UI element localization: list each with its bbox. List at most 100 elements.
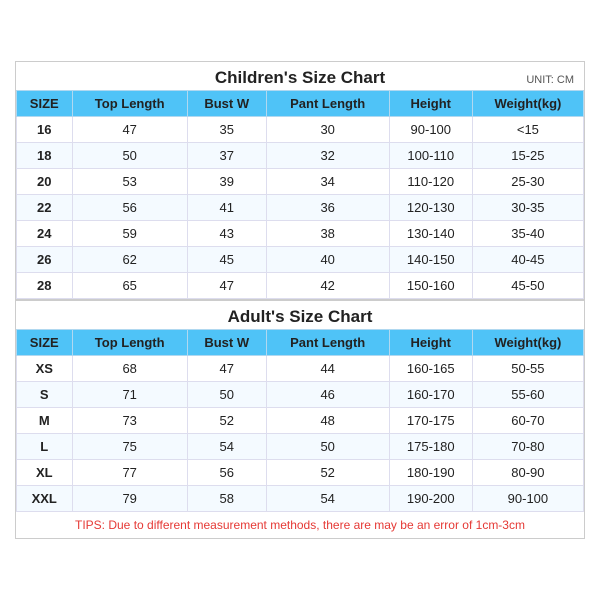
adult-col-header-weight: Weight(kg) xyxy=(472,330,583,356)
adult-cell: 180-190 xyxy=(389,460,472,486)
children-table-row: 26624540140-15040-45 xyxy=(17,247,584,273)
children-title-row: Children's Size Chart UNIT: CM xyxy=(16,62,584,90)
adult-table-row: XL775652180-19080-90 xyxy=(17,460,584,486)
adult-title-row: Adult's Size Chart xyxy=(16,299,584,329)
adult-col-header-height: Height xyxy=(389,330,472,356)
children-cell: 42 xyxy=(266,273,389,299)
adult-cell: 50-55 xyxy=(472,356,583,382)
adult-cell: 75 xyxy=(72,434,187,460)
adult-cell: 175-180 xyxy=(389,434,472,460)
adult-col-header-top-length: Top Length xyxy=(72,330,187,356)
adult-cell: 56 xyxy=(187,460,266,486)
children-cell: 59 xyxy=(72,221,187,247)
col-header-pant-length: Pant Length xyxy=(266,91,389,117)
children-cell: 56 xyxy=(72,195,187,221)
children-cell: 30-35 xyxy=(472,195,583,221)
adult-cell: 55-60 xyxy=(472,382,583,408)
children-cell: 90-100 xyxy=(389,117,472,143)
children-cell: 37 xyxy=(187,143,266,169)
adult-cell: 48 xyxy=(266,408,389,434)
children-cell: 36 xyxy=(266,195,389,221)
adult-cell: 77 xyxy=(72,460,187,486)
children-cell: 45 xyxy=(187,247,266,273)
children-cell: 53 xyxy=(72,169,187,195)
children-cell: 32 xyxy=(266,143,389,169)
adult-cell: 71 xyxy=(72,382,187,408)
adult-table-row: M735248170-17560-70 xyxy=(17,408,584,434)
children-cell: 20 xyxy=(17,169,73,195)
adult-table-row: XS684744160-16550-55 xyxy=(17,356,584,382)
children-cell: 39 xyxy=(187,169,266,195)
children-cell: 22 xyxy=(17,195,73,221)
children-header-row: SIZE Top Length Bust W Pant Length Heigh… xyxy=(17,91,584,117)
adult-cell: 52 xyxy=(266,460,389,486)
children-table-row: 20533934110-12025-30 xyxy=(17,169,584,195)
children-cell: 34 xyxy=(266,169,389,195)
children-cell: 25-30 xyxy=(472,169,583,195)
adult-cell: 70-80 xyxy=(472,434,583,460)
children-cell: 18 xyxy=(17,143,73,169)
tips-row: TIPS: Due to different measurement metho… xyxy=(16,512,584,538)
children-cell: 26 xyxy=(17,247,73,273)
adult-cell: 50 xyxy=(266,434,389,460)
adult-table-row: XXL795854190-20090-100 xyxy=(17,486,584,512)
adult-cell: 80-90 xyxy=(472,460,583,486)
adult-cell: 54 xyxy=(187,434,266,460)
children-cell: 62 xyxy=(72,247,187,273)
unit-label: UNIT: CM xyxy=(526,74,574,86)
adult-cell: M xyxy=(17,408,73,434)
adult-col-header-bust-w: Bust W xyxy=(187,330,266,356)
adult-cell: 73 xyxy=(72,408,187,434)
children-cell: <15 xyxy=(472,117,583,143)
adult-cell: 54 xyxy=(266,486,389,512)
col-header-bust-w: Bust W xyxy=(187,91,266,117)
adult-cell: 52 xyxy=(187,408,266,434)
adult-table: SIZE Top Length Bust W Pant Length Heigh… xyxy=(16,329,584,512)
children-cell: 47 xyxy=(72,117,187,143)
children-cell: 130-140 xyxy=(389,221,472,247)
children-cell: 41 xyxy=(187,195,266,221)
children-cell: 35-40 xyxy=(472,221,583,247)
children-table: SIZE Top Length Bust W Pant Length Heigh… xyxy=(16,90,584,299)
children-cell: 65 xyxy=(72,273,187,299)
children-cell: 40 xyxy=(266,247,389,273)
children-cell: 43 xyxy=(187,221,266,247)
col-header-height: Height xyxy=(389,91,472,117)
children-cell: 120-130 xyxy=(389,195,472,221)
adult-cell: 160-170 xyxy=(389,382,472,408)
children-cell: 110-120 xyxy=(389,169,472,195)
adult-cell: 44 xyxy=(266,356,389,382)
col-header-weight: Weight(kg) xyxy=(472,91,583,117)
adult-table-row: L755450175-18070-80 xyxy=(17,434,584,460)
adult-cell: 46 xyxy=(266,382,389,408)
children-cell: 35 xyxy=(187,117,266,143)
adult-cell: XXL xyxy=(17,486,73,512)
adult-cell: 79 xyxy=(72,486,187,512)
adult-cell: 60-70 xyxy=(472,408,583,434)
children-cell: 30 xyxy=(266,117,389,143)
children-table-row: 18503732100-11015-25 xyxy=(17,143,584,169)
adult-cell: XL xyxy=(17,460,73,486)
children-table-row: 24594338130-14035-40 xyxy=(17,221,584,247)
children-table-row: 22564136120-13030-35 xyxy=(17,195,584,221)
adult-header-row: SIZE Top Length Bust W Pant Length Heigh… xyxy=(17,330,584,356)
children-table-row: 28654742150-16045-50 xyxy=(17,273,584,299)
children-cell: 150-160 xyxy=(389,273,472,299)
children-cell: 38 xyxy=(266,221,389,247)
adult-cell: 47 xyxy=(187,356,266,382)
children-cell: 28 xyxy=(17,273,73,299)
children-cell: 47 xyxy=(187,273,266,299)
adult-cell: 90-100 xyxy=(472,486,583,512)
adult-cell: 58 xyxy=(187,486,266,512)
adult-cell: 170-175 xyxy=(389,408,472,434)
adult-col-header-size: SIZE xyxy=(17,330,73,356)
size-chart-container: Children's Size Chart UNIT: CM SIZE Top … xyxy=(15,61,585,539)
tips-text: TIPS: Due to different measurement metho… xyxy=(75,518,525,532)
col-header-top-length: Top Length xyxy=(72,91,187,117)
adult-col-header-pant-length: Pant Length xyxy=(266,330,389,356)
col-header-size: SIZE xyxy=(17,91,73,117)
children-cell: 15-25 xyxy=(472,143,583,169)
adult-cell: 190-200 xyxy=(389,486,472,512)
children-cell: 100-110 xyxy=(389,143,472,169)
children-table-row: 1647353090-100<15 xyxy=(17,117,584,143)
